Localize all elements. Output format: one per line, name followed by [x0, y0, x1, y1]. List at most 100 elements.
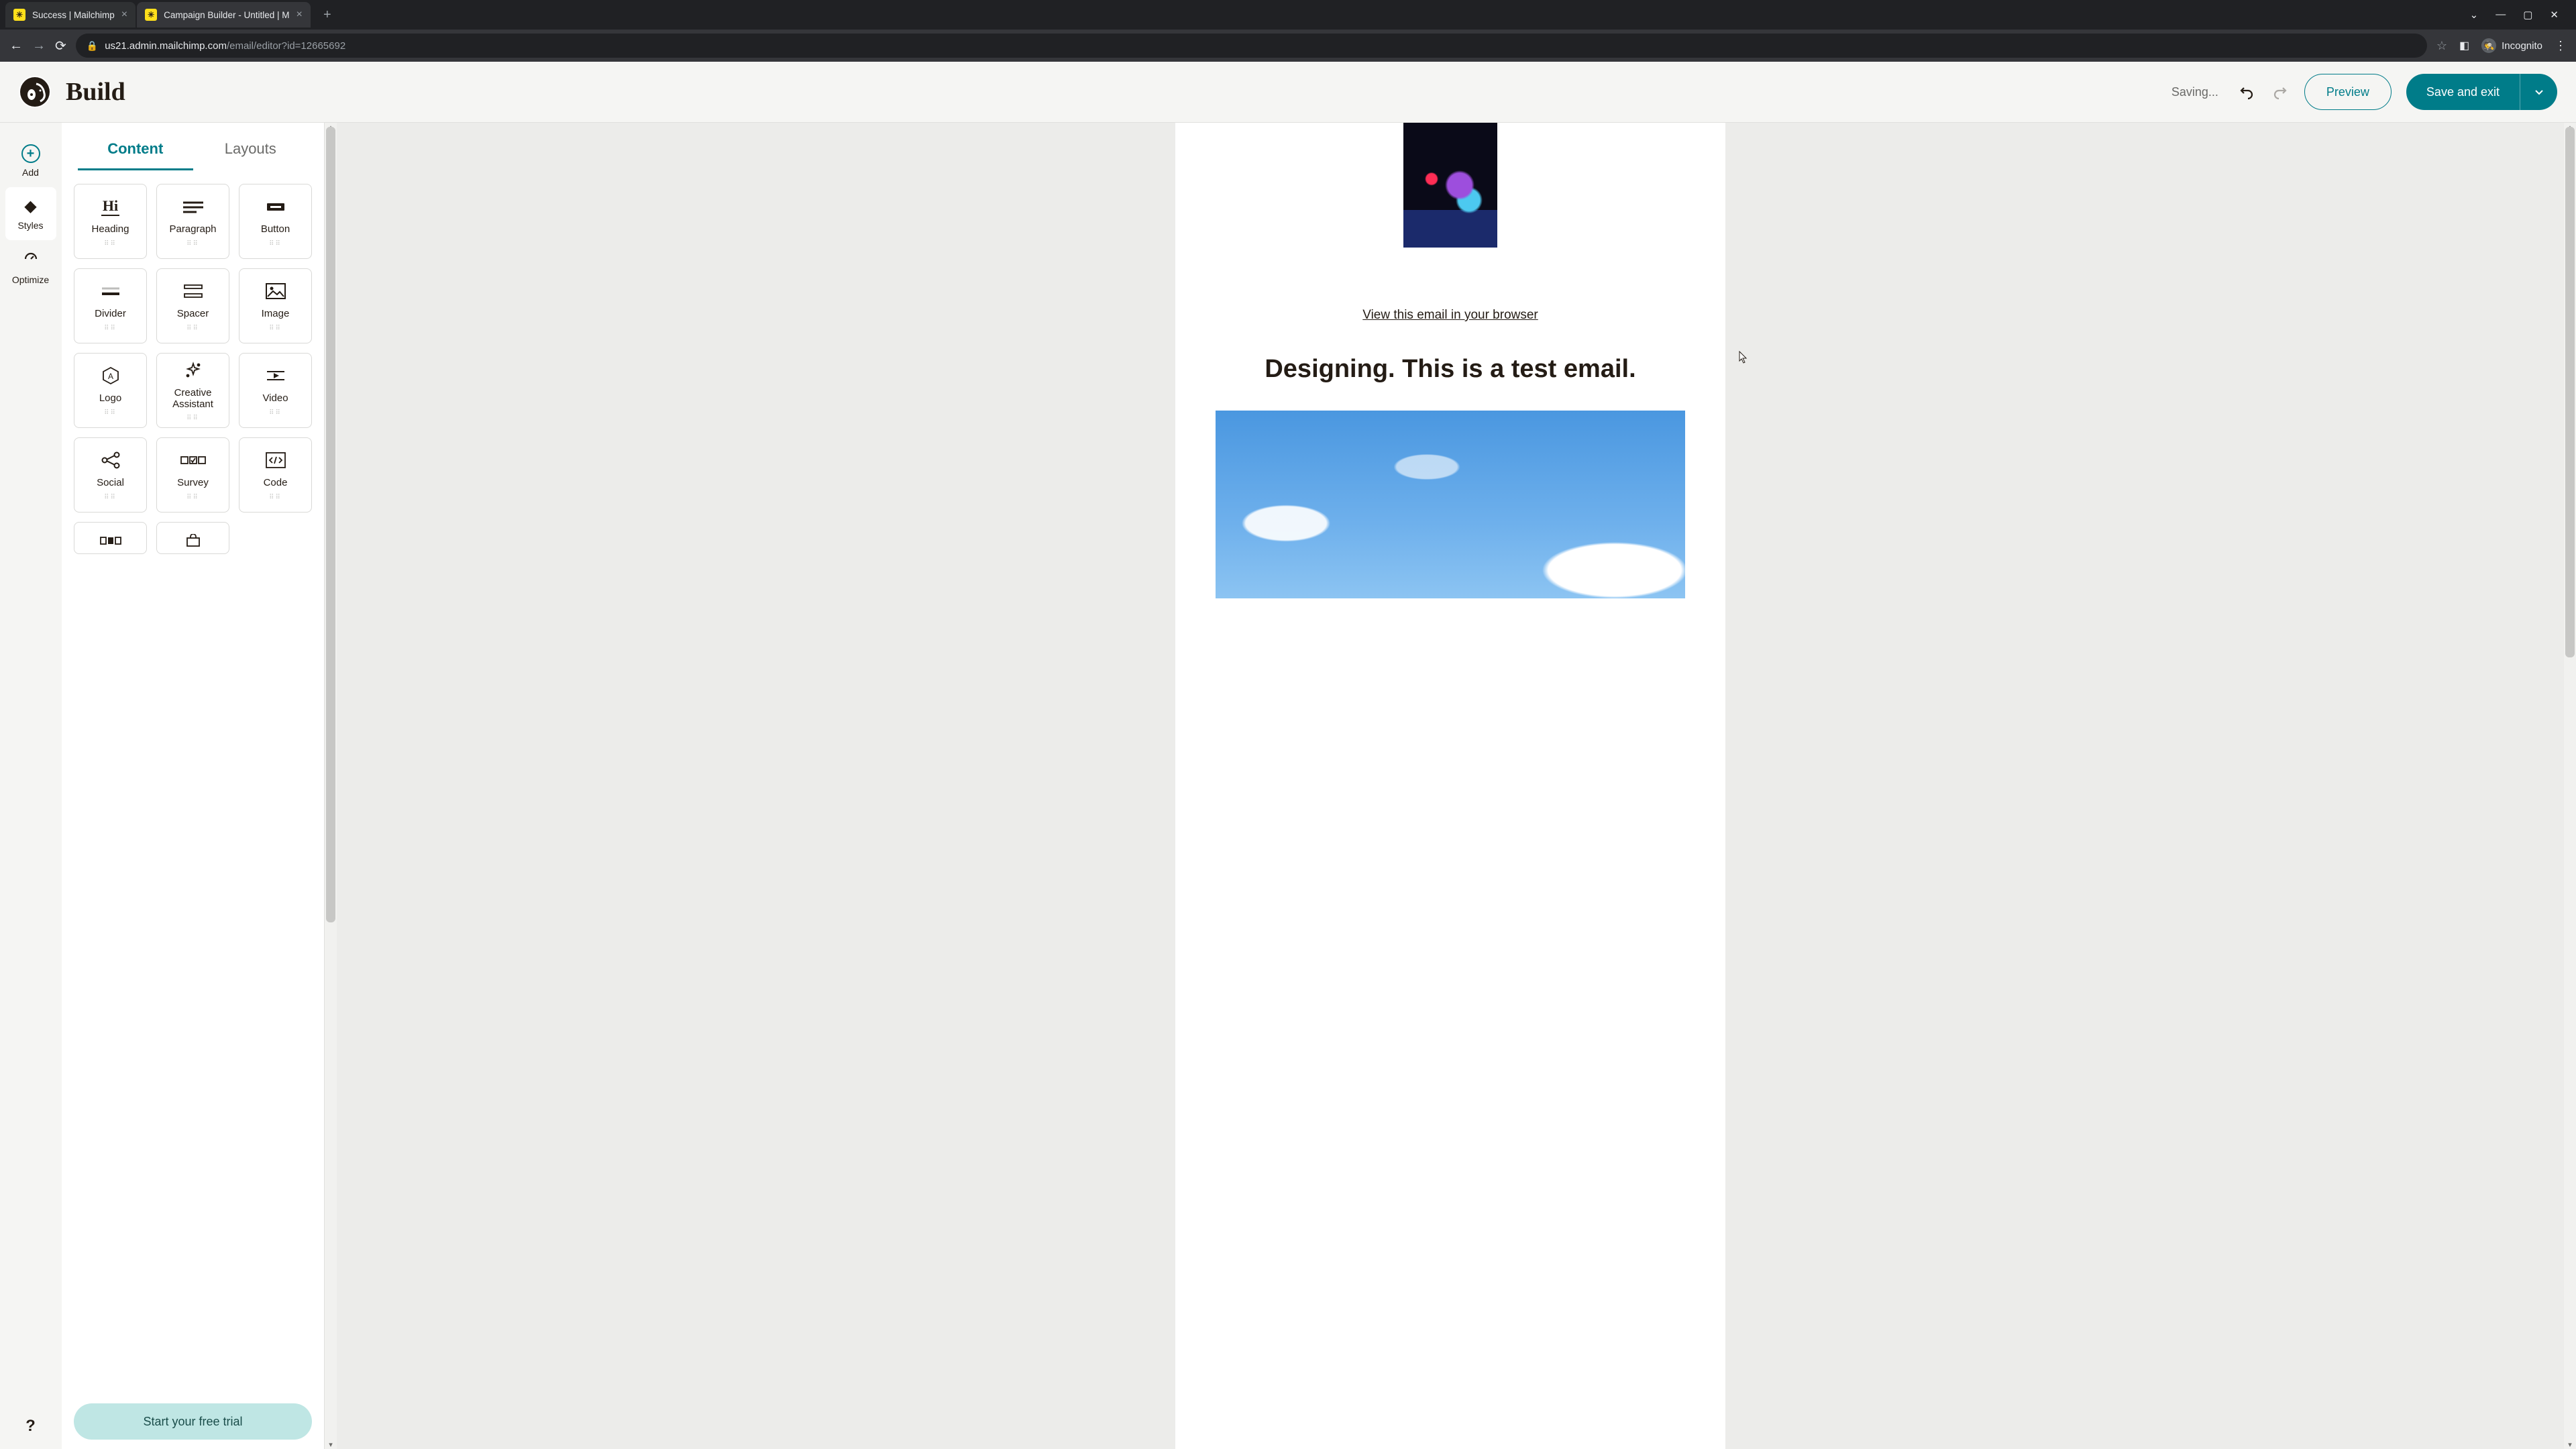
survey-icon	[180, 450, 207, 470]
mailchimp-logo-icon[interactable]	[19, 76, 51, 108]
email-body[interactable]: View this email in your browser Designin…	[1175, 123, 1725, 1449]
workspace: + Add ◆ Styles Optimize ? Content Layout…	[0, 122, 2576, 1449]
block-label: Video	[262, 392, 288, 404]
save-status: Saving...	[2171, 85, 2218, 99]
block-creative[interactable]: Creative Assistant⠿⠿	[156, 353, 229, 428]
block-code[interactable]: Code ⠿⠿	[239, 437, 312, 513]
block-label: Logo	[99, 392, 121, 404]
block-image[interactable]: Image⠿⠿	[239, 268, 312, 343]
block-label: Divider	[95, 308, 126, 319]
drag-grip-icon: ⠿⠿	[104, 496, 117, 500]
email-hero-image[interactable]	[1216, 411, 1685, 598]
view-in-browser-link[interactable]: View this email in your browser	[1362, 308, 1538, 323]
logo-icon: A	[101, 366, 120, 386]
block-button[interactable]: Button ⠿⠿	[239, 184, 312, 259]
scroll-down-icon[interactable]: ▾	[325, 1440, 337, 1449]
block-apps[interactable]	[74, 522, 147, 554]
redo-button[interactable]	[2271, 83, 2290, 101]
save-dropdown-button[interactable]	[2520, 74, 2557, 110]
spacer-icon	[182, 281, 205, 301]
lock-icon: 🔒	[87, 40, 98, 52]
scroll-thumb[interactable]	[2565, 127, 2575, 657]
trial-banner: Start your free trial	[62, 1394, 324, 1449]
tab-content[interactable]: Content	[78, 129, 193, 170]
block-heading[interactable]: HiHeading⠿⠿	[74, 184, 147, 259]
paragraph-icon	[182, 197, 205, 217]
save-and-exit-button[interactable]: Save and exit	[2406, 74, 2520, 110]
close-tab-icon[interactable]: ×	[121, 9, 127, 21]
app-header: Build Saving... Preview Save and exit	[0, 62, 2576, 122]
block-divider[interactable]: Divider ⠿⠿	[74, 268, 147, 343]
left-rail: + Add ◆ Styles Optimize ?	[0, 123, 62, 1449]
block-label: Code	[264, 477, 288, 488]
email-headline[interactable]: Designing. This is a test email.	[1265, 355, 1635, 384]
start-trial-button[interactable]: Start your free trial	[74, 1403, 312, 1440]
blocks-panel[interactable]: HiHeading⠿⠿Paragraph⠿⠿Button⠿⠿Divider⠿⠿S…	[62, 170, 324, 1449]
back-icon[interactable]: ←	[9, 38, 23, 54]
close-tab-icon[interactable]: ×	[296, 9, 302, 21]
browser-tab-success[interactable]: ✳ Success | Mailchimp ×	[5, 2, 136, 28]
block-spacer[interactable]: Spacer⠿⠿	[156, 268, 229, 343]
drag-grip-icon: ⠿⠿	[186, 496, 199, 500]
undo-icon	[2239, 84, 2255, 100]
tab-title: Campaign Builder - Untitled | M	[164, 10, 289, 20]
sidebar-scrollbar[interactable]: ▴ ▾	[325, 123, 337, 1449]
mouse-cursor-icon	[1739, 351, 1748, 364]
forward-icon[interactable]: →	[32, 38, 46, 54]
scroll-down-icon[interactable]: ▾	[2564, 1440, 2576, 1449]
close-window-icon[interactable]: ✕	[2550, 9, 2559, 21]
block-label: Creative Assistant	[172, 387, 213, 411]
app: Build Saving... Preview Save and exit +	[0, 62, 2576, 1449]
drag-grip-icon: ⠿⠿	[104, 327, 117, 331]
divider-icon	[99, 281, 122, 301]
block-label: Button	[261, 223, 290, 235]
save-button-group: Save and exit	[2406, 74, 2557, 110]
block-product[interactable]	[156, 522, 229, 554]
styles-icon: ◆	[24, 197, 36, 216]
block-survey[interactable]: Survey⠿⠿	[156, 437, 229, 513]
browser-chrome: ✳ Success | Mailchimp × ✳ Campaign Build…	[0, 0, 2576, 62]
tab-search-icon[interactable]: ⌄	[2470, 9, 2479, 21]
preview-button[interactable]: Preview	[2304, 74, 2392, 110]
rail-styles[interactable]: ◆ Styles	[5, 187, 56, 240]
tab-strip: ✳ Success | Mailchimp × ✳ Campaign Build…	[0, 0, 2576, 30]
creative-icon	[184, 360, 203, 380]
side-panel-icon[interactable]: ◧	[2459, 39, 2469, 52]
help-button[interactable]: ?	[25, 1417, 36, 1436]
rail-add[interactable]: + Add	[5, 135, 56, 187]
minimize-icon[interactable]: —	[2496, 9, 2506, 21]
email-logo-image[interactable]	[1403, 123, 1497, 248]
canvas-scrollbar[interactable]: ▴ ▾	[2564, 123, 2576, 1449]
mailchimp-favicon-icon: ✳	[13, 9, 25, 21]
heading-icon: Hi	[101, 197, 119, 217]
blocks-sidebar: Content Layouts HiHeading⠿⠿Paragraph⠿⠿Bu…	[62, 123, 325, 1449]
block-social[interactable]: Social⠿⠿	[74, 437, 147, 513]
drag-grip-icon: ⠿⠿	[269, 411, 282, 415]
rail-optimize[interactable]: Optimize	[5, 240, 56, 294]
reload-icon[interactable]: ⟳	[55, 38, 66, 54]
maximize-icon[interactable]: ▢	[2523, 9, 2532, 21]
block-logo[interactable]: ALogo⠿⠿	[74, 353, 147, 428]
drag-grip-icon: ⠿⠿	[269, 327, 282, 331]
drag-grip-icon: ⠿⠿	[269, 496, 282, 500]
block-label: Spacer	[177, 308, 209, 319]
drag-grip-icon: ⠿⠿	[269, 242, 282, 246]
address-bar[interactable]: 🔒 us21.admin.mailchimp.com/email/editor?…	[76, 34, 2427, 58]
undo-button[interactable]	[2237, 83, 2256, 101]
add-icon: +	[21, 144, 40, 163]
block-label: Heading	[92, 223, 129, 235]
button-icon	[264, 197, 287, 217]
bookmark-star-icon[interactable]: ☆	[2436, 39, 2447, 53]
tab-layouts[interactable]: Layouts	[193, 129, 309, 170]
scroll-thumb[interactable]	[326, 127, 335, 922]
mailchimp-favicon-icon: ✳	[145, 9, 157, 21]
browser-tab-builder[interactable]: ✳ Campaign Builder - Untitled | M ×	[137, 2, 311, 28]
freddie-icon	[19, 76, 51, 108]
block-paragraph[interactable]: Paragraph⠿⠿	[156, 184, 229, 259]
email-canvas[interactable]: View this email in your browser Designin…	[337, 123, 2564, 1449]
incognito-indicator[interactable]: 🕵 Incognito	[2481, 38, 2542, 53]
block-video[interactable]: Video ⠿⠿	[239, 353, 312, 428]
apps-icon	[99, 531, 122, 551]
new-tab-button[interactable]: +	[317, 5, 337, 25]
browser-menu-icon[interactable]: ⋮	[2555, 39, 2567, 53]
